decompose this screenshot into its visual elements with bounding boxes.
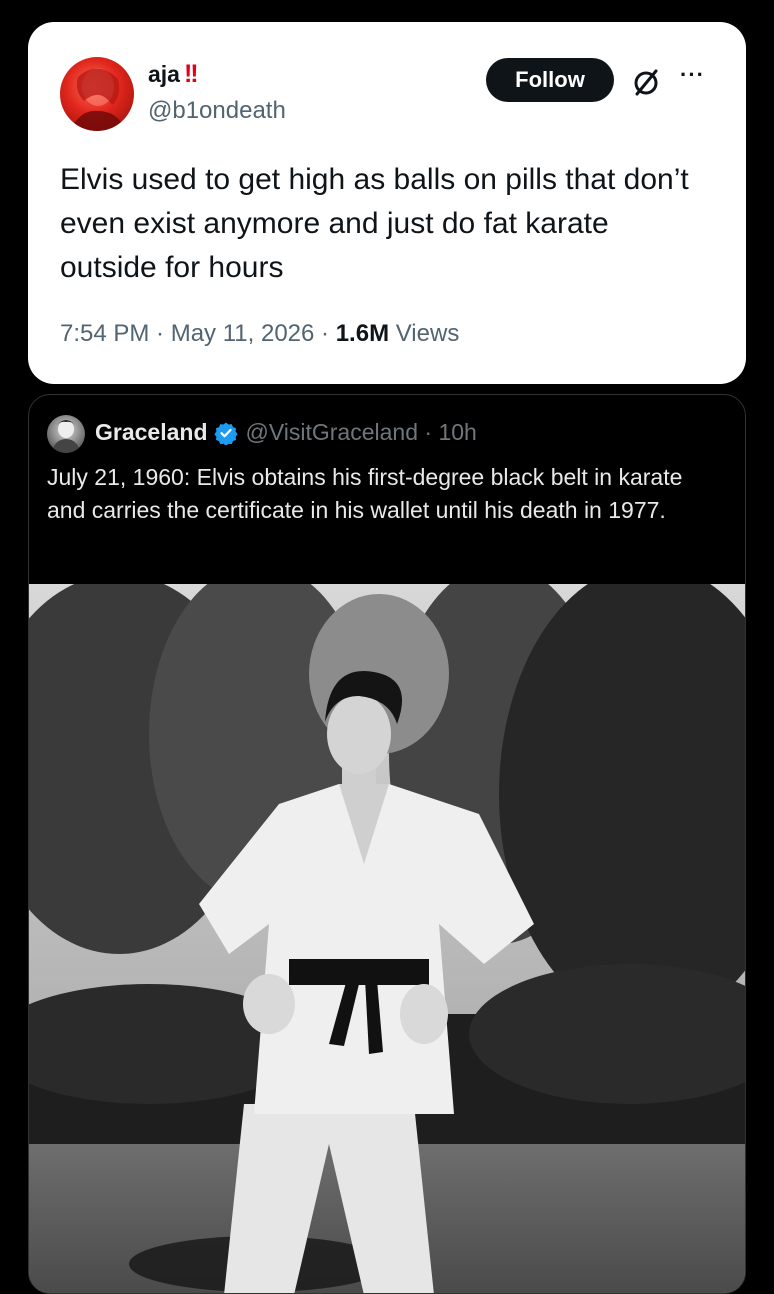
quoted-display-name[interactable]: Graceland (95, 419, 208, 446)
views-label: Views (389, 320, 460, 347)
user-avatar[interactable] (60, 57, 134, 131)
name-emoji: !! (183, 60, 199, 88)
quoted-avatar[interactable] (47, 415, 85, 453)
views-count: 1.6M (335, 320, 390, 347)
follow-button[interactable]: Follow (486, 58, 614, 102)
more-options-icon[interactable]: ··· (680, 62, 705, 88)
tweet-time[interactable]: 7:54 PM (60, 320, 149, 347)
display-name[interactable]: aja (148, 61, 180, 88)
quoted-photo[interactable] (29, 584, 746, 1294)
verified-badge-icon (213, 422, 238, 445)
meta-separator: · (314, 320, 336, 347)
main-tweet-card: aja !! @b1ondeath Follow ··· Elvis used … (28, 22, 746, 384)
quoted-tweet[interactable]: Graceland @VisitGraceland · 10h July 21,… (28, 394, 746, 1294)
tweet-date[interactable]: May 11, 2026 (171, 320, 315, 347)
tweet-text: Elvis used to get high as balls on pills… (60, 163, 689, 284)
tweet-meta: 7:54 PM · May 11, 2026 · 1.6M Views (60, 320, 459, 348)
quoted-text: July 21, 1960: Elvis obtains his first-d… (47, 464, 683, 523)
quoted-handle-time[interactable]: @VisitGraceland · 10h (246, 419, 477, 446)
user-handle[interactable]: @b1ondeath (148, 97, 286, 125)
meta-separator: · (149, 320, 171, 347)
grok-icon[interactable] (630, 66, 662, 98)
